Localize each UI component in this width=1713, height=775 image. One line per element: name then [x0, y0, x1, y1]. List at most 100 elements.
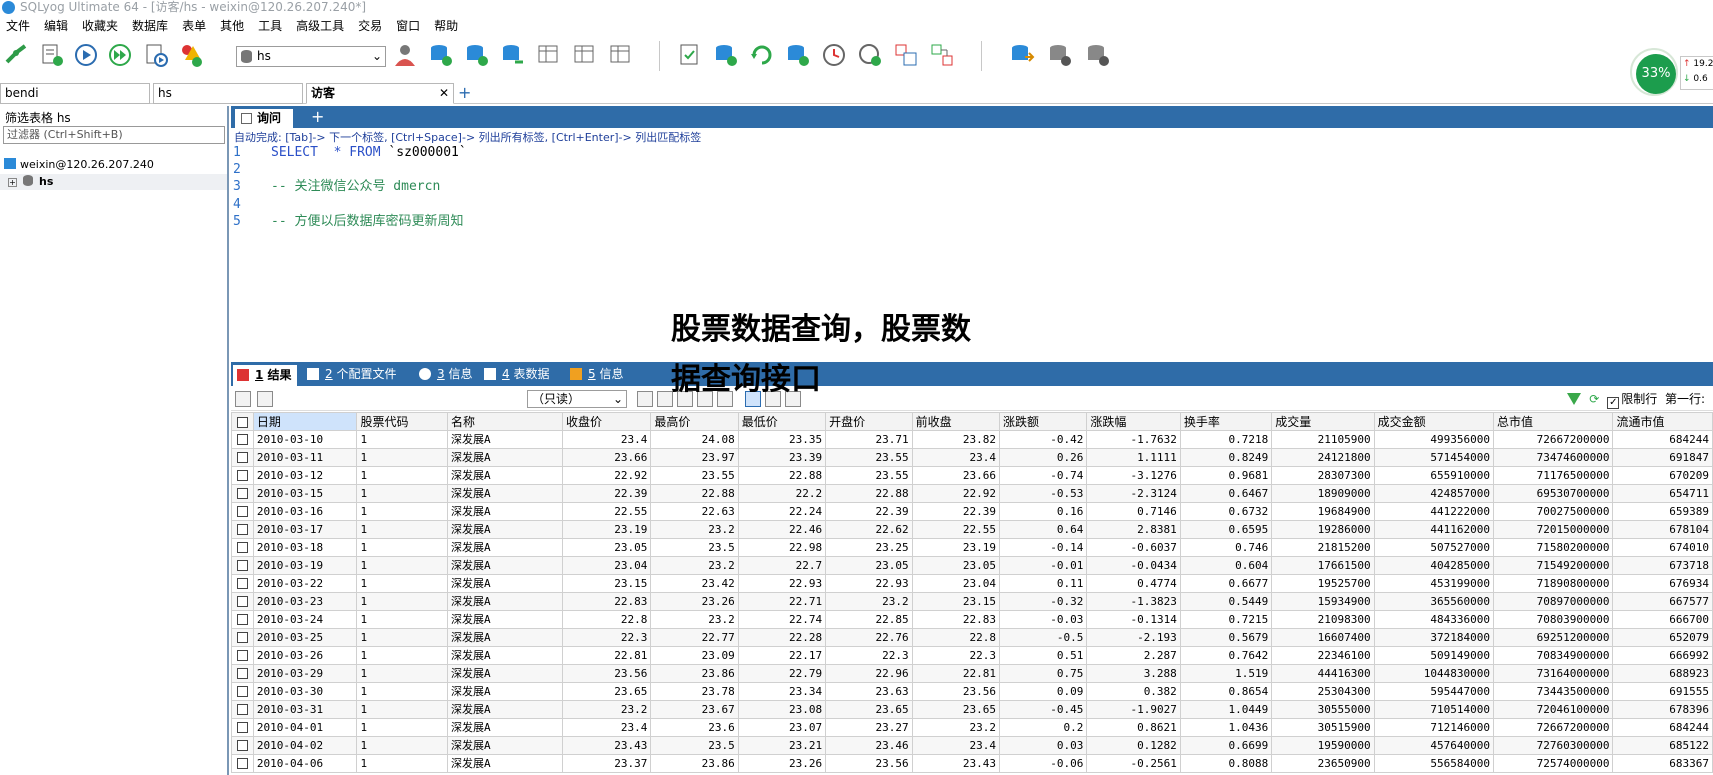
- table-cell[interactable]: 70897000000: [1492, 592, 1614, 611]
- table-cell[interactable]: 710514000: [1373, 700, 1495, 719]
- readonly-select[interactable]: （只读） ⌄: [527, 390, 627, 408]
- table-cell[interactable]: 2010-03-16: [252, 502, 358, 521]
- table-cell[interactable]: 683367: [1612, 754, 1713, 773]
- table-cell[interactable]: 19525700: [1271, 574, 1375, 593]
- row-checkbox[interactable]: [231, 610, 254, 629]
- table-cell[interactable]: 23650900: [1271, 754, 1375, 773]
- export-icon[interactable]: [257, 391, 273, 407]
- table-cell[interactable]: 深发展A: [446, 466, 564, 485]
- table-row[interactable]: 2010-03-12 1 深发展A 22.92 23.55 22.88 23.55 23.66…: [231, 466, 1713, 485]
- table-cell[interactable]: 22.83: [911, 610, 1000, 629]
- column-header[interactable]: 涨跌幅: [1086, 412, 1181, 431]
- table-row[interactable]: 2010-03-29 1 深发展A 23.56 23.86 22.79 22.96 22.81…: [231, 664, 1713, 683]
- table-cell[interactable]: -0.74: [998, 466, 1088, 485]
- table-cell[interactable]: 372184000: [1373, 628, 1495, 647]
- table-cell[interactable]: 22.3: [911, 646, 1000, 665]
- table-cell[interactable]: 0.8249: [1179, 448, 1273, 467]
- row-checkbox[interactable]: [231, 646, 254, 665]
- table-cell[interactable]: 深发展A: [446, 538, 564, 557]
- table-cell[interactable]: 深发展A: [446, 718, 564, 737]
- table-cell[interactable]: 23.4: [911, 736, 1000, 755]
- table-cell[interactable]: 22.92: [562, 466, 652, 485]
- table-cell[interactable]: 22.81: [562, 646, 652, 665]
- table-cell[interactable]: 25304300: [1271, 682, 1375, 701]
- table-cell[interactable]: 0.7146: [1086, 502, 1181, 521]
- table-cell[interactable]: 1: [356, 448, 448, 467]
- table-cell[interactable]: 23.56: [562, 664, 652, 683]
- table-cell[interactable]: 424857000: [1373, 484, 1495, 503]
- menu-file[interactable]: 文件: [6, 16, 30, 36]
- table-cell[interactable]: 2010-03-11: [252, 448, 358, 467]
- table-cell[interactable]: 23.43: [562, 736, 652, 755]
- table-cell[interactable]: 22.88: [825, 484, 913, 503]
- table-cell[interactable]: 22.39: [825, 502, 913, 521]
- column-header[interactable]: 成交量: [1271, 412, 1375, 431]
- table-cell[interactable]: 484336000: [1373, 610, 1495, 629]
- table-cell[interactable]: 674010: [1612, 538, 1713, 557]
- table-cell[interactable]: 15934900: [1271, 592, 1375, 611]
- table-cell[interactable]: 1: [356, 628, 448, 647]
- table-cell[interactable]: 676934: [1612, 574, 1713, 593]
- table-cell[interactable]: 深发展A: [446, 628, 564, 647]
- table-cell[interactable]: 深发展A: [446, 430, 564, 449]
- backup-db-icon[interactable]: [427, 41, 455, 69]
- table-cell[interactable]: 70803900000: [1492, 610, 1614, 629]
- row-checkbox[interactable]: [231, 700, 254, 719]
- table-cell[interactable]: 2010-03-17: [252, 520, 358, 539]
- table-cell[interactable]: 23.86: [650, 664, 739, 683]
- table-cell[interactable]: 23.35: [737, 430, 827, 449]
- table-cell[interactable]: 23.97: [650, 448, 739, 467]
- table-row[interactable]: 2010-03-18 1 深发展A 23.05 23.5 22.98 23.25 23.19-…: [231, 538, 1713, 557]
- column-header[interactable]: 股票代码: [356, 412, 448, 431]
- table-cell[interactable]: 23.5: [650, 736, 739, 755]
- menu-tools[interactable]: 工具: [258, 16, 282, 36]
- table-cell[interactable]: -0.5: [998, 628, 1088, 647]
- table-cell[interactable]: -1.9027: [1086, 700, 1181, 719]
- row-checkbox[interactable]: [231, 538, 254, 557]
- table-cell[interactable]: 1: [356, 574, 448, 593]
- table-cell[interactable]: 71549200000: [1492, 556, 1614, 575]
- table-cell[interactable]: 21105900: [1271, 430, 1375, 449]
- table-cell[interactable]: 21098300: [1271, 610, 1375, 629]
- table-cell[interactable]: 0.9681: [1179, 466, 1273, 485]
- column-header[interactable]: 流通市值: [1612, 412, 1713, 431]
- table-cell[interactable]: 1: [356, 664, 448, 683]
- menu-favorites[interactable]: 收藏夹: [82, 16, 118, 36]
- table-row[interactable]: 2010-03-10 1 深发展A 23.4 24.08 23.35 23.71 23.82-…: [231, 430, 1713, 449]
- table-cell[interactable]: 441222000: [1373, 502, 1495, 521]
- db-migrate-icon[interactable]: [1084, 41, 1112, 69]
- table-cell[interactable]: 1.0449: [1179, 700, 1273, 719]
- table-row[interactable]: 2010-04-02 1 深发展A 23.43 23.5 23.21 23.46 23.4 0.…: [231, 736, 1713, 755]
- table-cell[interactable]: 23.82: [911, 430, 1000, 449]
- table-cell[interactable]: 69530700000: [1492, 484, 1614, 503]
- tab-result[interactable]: 1 结果: [233, 365, 297, 386]
- table-cell[interactable]: 44416300: [1271, 664, 1375, 683]
- row-checkbox[interactable]: [231, 484, 254, 503]
- table-cell[interactable]: 22.3: [562, 628, 652, 647]
- table-cell[interactable]: 22.7: [737, 556, 827, 575]
- column-header[interactable]: 最低价: [737, 412, 827, 431]
- column-header[interactable]: 收盘价: [562, 412, 652, 431]
- table-cell[interactable]: 0.51: [998, 646, 1088, 665]
- table-cell[interactable]: 23.09: [650, 646, 739, 665]
- table-cell[interactable]: 深发展A: [446, 502, 564, 521]
- table-cell[interactable]: 1: [356, 646, 448, 665]
- table-cell[interactable]: 22.93: [737, 574, 827, 593]
- table-row[interactable]: 2010-03-22 1 深发展A 23.15 23.42 22.93 22.93 23.04…: [231, 574, 1713, 593]
- table-cell[interactable]: 23.05: [825, 556, 913, 575]
- table-cell[interactable]: 22.79: [737, 664, 827, 683]
- table-cell[interactable]: 23.43: [911, 754, 1000, 773]
- table-cell[interactable]: 72046100000: [1492, 700, 1614, 719]
- table-cell[interactable]: 655910000: [1373, 466, 1495, 485]
- table-cell[interactable]: 28307300: [1271, 466, 1375, 485]
- table-cell[interactable]: 453199000: [1373, 574, 1495, 593]
- column-header[interactable]: 换手率: [1179, 412, 1273, 431]
- table-cell[interactable]: 16607400: [1271, 628, 1375, 647]
- table-cell[interactable]: 深发展A: [446, 574, 564, 593]
- table-cell[interactable]: 0.8088: [1179, 754, 1273, 773]
- table-cell[interactable]: 1: [356, 466, 448, 485]
- tab-profiler[interactable]: 2 个配置文件: [303, 362, 396, 386]
- row-checkbox[interactable]: [231, 664, 254, 683]
- table-cell[interactable]: 23.2: [911, 718, 1000, 737]
- table-cell[interactable]: 深发展A: [446, 646, 564, 665]
